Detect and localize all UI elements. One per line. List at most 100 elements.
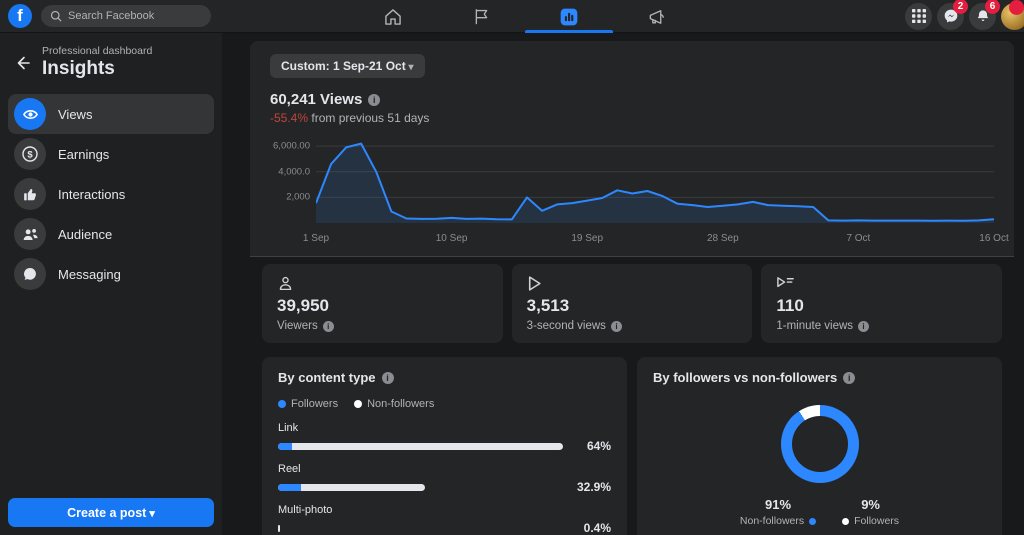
donut-legend: 91% Non-followers 9% Followers bbox=[740, 497, 899, 527]
sidebar-item-label: Views bbox=[58, 106, 93, 122]
views-delta: -55.4% from previous 51 days bbox=[270, 111, 994, 125]
bar-value-label: 64% bbox=[586, 439, 611, 453]
x-tick-label: 16 Oct bbox=[979, 233, 1009, 244]
info-icon[interactable]: i bbox=[843, 371, 856, 384]
x-tick-label: 10 Sep bbox=[435, 233, 468, 244]
main-nav bbox=[349, 0, 701, 33]
donut-hole bbox=[791, 416, 848, 472]
page-title: Insights bbox=[42, 58, 115, 79]
sidebar-item-label: Audience bbox=[58, 226, 113, 242]
sidebar-item-earnings[interactable]: $ Earnings bbox=[8, 134, 214, 174]
followers-donut-chart[interactable] bbox=[780, 405, 859, 483]
search-icon bbox=[50, 10, 62, 22]
y-tick-label: 4,000.0 bbox=[278, 166, 310, 178]
stat-cards-row: 39,950 Viewers i 3,513 3-second views i 11… bbox=[262, 264, 1003, 343]
bar[interactable] bbox=[278, 483, 425, 491]
sidebar-item-interactions[interactable]: Interactions bbox=[8, 174, 214, 214]
delta-caption: from previous 51 days bbox=[308, 111, 430, 125]
stat-card-viewers[interactable]: 39,950 Viewers i bbox=[262, 264, 503, 343]
followers-split-panel: By followers vs non-followers i 91% Non-… bbox=[637, 357, 1002, 535]
line-plot-area[interactable] bbox=[316, 135, 994, 227]
sidebar-item-label: Earnings bbox=[58, 146, 110, 162]
flag-icon bbox=[472, 7, 491, 26]
content-type-legend: Followers Non-followers bbox=[278, 398, 611, 410]
grid-icon bbox=[911, 9, 926, 23]
y-tick-label: 6,000.00 bbox=[273, 140, 310, 152]
non-followers-legend-dot bbox=[354, 400, 363, 408]
bar-followers-segment bbox=[278, 442, 293, 450]
bar[interactable] bbox=[278, 524, 280, 532]
megaphone-icon bbox=[647, 7, 667, 27]
apps-menu-button[interactable] bbox=[905, 2, 932, 30]
nav-tab-home[interactable] bbox=[349, 0, 437, 33]
views-line-chart[interactable]: 2,000 4,000.0 6,000.00 1 Sep 10 Sep 19 Sep 28… bbox=[270, 135, 1009, 248]
sidebar-item-messaging[interactable]: Messaging bbox=[8, 254, 214, 294]
views-chart-card: Custom: 1 Sep-21 Oct 60,241 Views i -55.… bbox=[250, 41, 1014, 257]
legend-label: Followers bbox=[291, 398, 339, 410]
notifications-badge: 6 bbox=[985, 0, 1000, 14]
notifications-button[interactable]: 6 bbox=[969, 0, 1000, 30]
stat-card-1-minute-views[interactable]: 110 1-minute views i bbox=[761, 264, 1003, 343]
sidebar-item-label: Interactions bbox=[58, 186, 126, 202]
thumbs-up-icon bbox=[14, 178, 46, 210]
nav-tab-insights[interactable] bbox=[525, 0, 613, 33]
content-type-row: Multi-photo 0.4% bbox=[278, 504, 611, 535]
content-type-bars: Link64%Reel32.9%Multi-photo0.4%Photo0.4% bbox=[278, 422, 611, 535]
messenger-button[interactable]: 2 bbox=[937, 0, 968, 30]
home-icon bbox=[383, 7, 403, 27]
x-axis-labels: 1 Sep 10 Sep 19 Sep 28 Sep 7 Oct 16 Oct bbox=[303, 230, 1009, 248]
people-icon bbox=[14, 218, 46, 250]
insights-main: Custom: 1 Sep-21 Oct 60,241 Views i -55.… bbox=[222, 33, 1024, 535]
create-post-button[interactable]: Create a post bbox=[8, 498, 214, 527]
x-tick-label: 28 Sep bbox=[706, 233, 739, 244]
followers-dot bbox=[842, 517, 850, 525]
info-icon[interactable]: i bbox=[381, 371, 394, 384]
date-range-filter[interactable]: Custom: 1 Sep-21 Oct bbox=[270, 54, 425, 78]
search-input[interactable] bbox=[68, 10, 202, 22]
bar-category-label: Reel bbox=[278, 463, 301, 475]
nav-tab-ads[interactable] bbox=[613, 0, 701, 33]
content-type-row: Reel 32.9% bbox=[278, 463, 611, 494]
stat-value: 110 bbox=[776, 296, 804, 315]
y-axis-labels: 2,000 4,000.0 6,000.00 bbox=[270, 135, 310, 227]
person-icon bbox=[277, 275, 488, 293]
breakdown-row: By content type i Followers Non-follower… bbox=[262, 357, 1002, 535]
followers-label: Followers bbox=[854, 515, 900, 527]
top-bar: f Search Facebook 2 6 bbox=[0, 0, 1024, 33]
back-arrow-icon[interactable] bbox=[14, 55, 30, 71]
non-followers-dot bbox=[809, 517, 817, 525]
bar-value-label: 32.9% bbox=[576, 480, 611, 494]
sidebar-item-audience[interactable]: Audience bbox=[8, 214, 214, 254]
stat-label: Viewers bbox=[277, 320, 318, 332]
info-icon[interactable]: i bbox=[858, 320, 870, 332]
topbar-actions: 2 6 bbox=[905, 0, 1024, 30]
messenger-badge: 2 bbox=[953, 0, 968, 14]
delta-percent: -55.4% bbox=[270, 111, 309, 125]
content-type-panel: By content type i Followers Non-follower… bbox=[262, 357, 627, 535]
info-icon[interactable]: i bbox=[610, 320, 622, 332]
search-box[interactable] bbox=[41, 5, 211, 27]
play-icon bbox=[527, 275, 738, 293]
eye-icon bbox=[14, 98, 46, 130]
stat-label: 1-minute views bbox=[776, 320, 854, 332]
non-followers-label: Non-followers bbox=[739, 515, 805, 527]
bar-followers-segment bbox=[278, 483, 302, 491]
facebook-logo[interactable]: f bbox=[8, 4, 32, 28]
nav-tab-pages[interactable] bbox=[437, 0, 525, 33]
profile-avatar[interactable] bbox=[1001, 0, 1024, 30]
non-followers-legend: 91% Non-followers bbox=[739, 497, 817, 527]
dashboard-eyebrow: Professional dashboard bbox=[42, 45, 153, 57]
stat-value: 39,950 bbox=[277, 296, 329, 315]
panel-title-text: By followers vs non-followers bbox=[653, 370, 838, 385]
insights-sidebar: Professional dashboard Insights Views $ … bbox=[0, 33, 222, 535]
info-icon[interactable]: i bbox=[368, 93, 381, 106]
info-icon[interactable]: i bbox=[322, 320, 334, 332]
x-tick-label: 1 Sep bbox=[302, 233, 330, 244]
bar[interactable] bbox=[278, 442, 563, 450]
insights-chart-icon bbox=[559, 7, 579, 27]
bar-value-label: 0.4% bbox=[583, 521, 611, 535]
stat-card-3-second-views[interactable]: 3,513 3-second views i bbox=[511, 264, 753, 343]
bar-category-label: Multi-photo bbox=[278, 504, 333, 516]
play-list-icon bbox=[776, 275, 987, 293]
sidebar-item-views[interactable]: Views bbox=[8, 94, 214, 134]
